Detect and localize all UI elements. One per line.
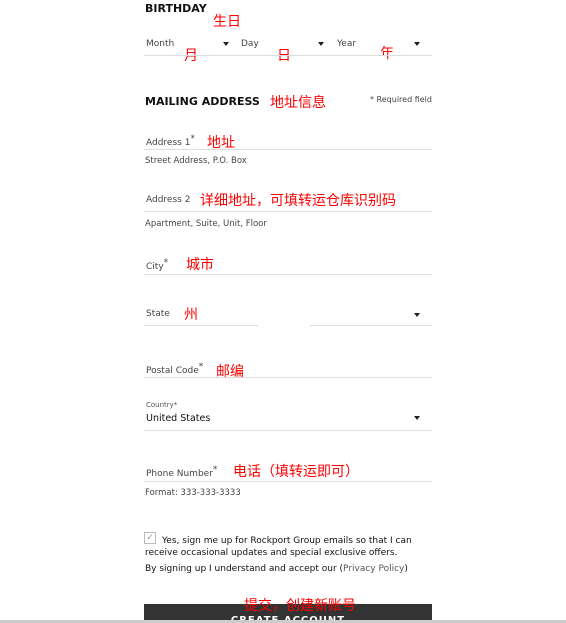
address2-help: Apartment, Suite, Unit, Floor [145, 219, 267, 229]
chevron-down-icon [414, 416, 420, 420]
country-label: Country [146, 401, 174, 409]
mailing-note: 地址信息 [270, 95, 326, 111]
address1-label: Address 1 [146, 138, 191, 148]
required-asterisk: * [163, 258, 169, 268]
phone-note: 电话（填转运即可） [233, 464, 359, 480]
required-note: * Required field [370, 95, 432, 104]
required-asterisk: * [212, 465, 218, 475]
chevron-down-icon [318, 42, 324, 46]
submit-note: 提交，创建新账号 [244, 598, 356, 614]
phone-label: Phone Number [146, 469, 213, 479]
mailing-heading: MAILING ADDRESS [145, 95, 260, 108]
address2-label: Address 2 [146, 195, 191, 205]
day-label: Day [241, 39, 259, 49]
required-asterisk: * [198, 362, 204, 372]
birthday-note: 生日 [213, 14, 241, 30]
city-label: City [146, 262, 164, 272]
postal-label: Postal Code [146, 366, 199, 376]
state-note: 州 [184, 307, 198, 323]
terms-text: By signing up I understand and accept ou… [145, 564, 408, 574]
chevron-down-icon [223, 42, 229, 46]
year-label: Year [337, 39, 357, 49]
address2-note: 详细地址，可填转运仓库识别码 [200, 193, 396, 209]
state-label: State [146, 309, 170, 319]
phone-help: Format: 333-333-3333 [145, 488, 241, 498]
chevron-down-icon [414, 313, 420, 317]
month-label: Month [146, 39, 175, 49]
required-asterisk: * [173, 401, 178, 409]
address1-help: Street Address, P.O. Box [145, 156, 247, 166]
postal-note: 邮编 [216, 364, 244, 380]
birthday-heading: BIRTHDAY [145, 2, 207, 15]
country-value: United States [146, 413, 211, 424]
chevron-down-icon [414, 42, 420, 46]
year-note: 年 [380, 46, 394, 62]
city-note: 城市 [186, 257, 214, 273]
required-asterisk: * [190, 134, 195, 144]
privacy-policy-link[interactable]: Privacy Policy [343, 564, 404, 574]
optin-text: Yes, sign me up for Rockport Group email… [145, 536, 412, 558]
